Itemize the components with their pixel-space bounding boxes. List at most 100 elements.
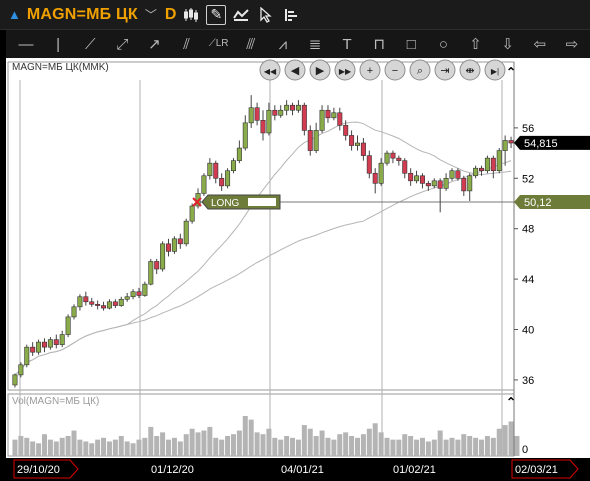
candle [254,107,260,121]
candle [313,130,319,151]
pitchfork-icon[interactable]: ⩘ [271,37,295,52]
long-label-field[interactable] [248,197,276,206]
volume-bar [112,439,118,456]
collapse-price-icon[interactable]: ⌃ [506,65,516,79]
volume-bar [366,428,372,456]
candle [83,296,89,303]
candle [148,261,154,285]
volume-bar [201,430,207,456]
collapse-volume-icon[interactable]: ⌃ [506,395,516,409]
rectangle-icon[interactable]: □ [399,37,423,52]
candle [384,152,390,164]
y-tick-label: 52 [522,173,534,185]
volume-bar [41,434,47,456]
volume-bar [207,426,213,456]
candle [142,283,148,296]
volume-bar [65,436,71,456]
trendline-icon[interactable]: ⟋ [78,37,102,52]
volume-bar [219,439,225,456]
candle [112,301,118,306]
zoom-in-icon-glyph: + [367,65,373,77]
candle [408,172,414,182]
fib-icon[interactable]: ≣ [303,37,327,52]
arrow-icon[interactable]: ↗ [142,37,166,52]
volume-zero-label: 0 [522,444,528,456]
candle [101,305,107,309]
volume-bar [254,432,260,456]
arrow-right-icon[interactable]: ⇨ [560,37,584,52]
volume-bar [272,437,278,456]
symbol-name[interactable]: MAGN=МБ ЦК [27,6,138,24]
arrow-down-icon[interactable]: ⇩ [496,37,520,52]
chevron-down-icon[interactable]: ﹀ [145,6,157,23]
draw-icon[interactable]: ✎ [206,4,227,25]
candles-icon[interactable] [181,5,201,25]
candle [89,301,95,305]
price-panel [7,61,515,391]
zoom-fit-icon-glyph: ⌕ [417,65,423,77]
volume-bar [337,434,343,456]
candle [24,346,30,366]
volume-bar [242,416,248,456]
triangle-up-icon: ▲ [8,7,21,22]
volume-bar [473,437,479,456]
volume-bar [18,436,24,456]
text-icon[interactable]: T [335,37,359,52]
candle [242,122,248,149]
candle [171,238,177,252]
vline-icon[interactable]: | [46,37,70,52]
volume-bar [95,439,101,456]
candle [425,183,431,187]
fan-icon[interactable]: ⫻ [239,37,263,52]
compress-icon-glyph: ⇥ [440,65,449,77]
candle [166,243,172,252]
candle [189,205,195,222]
parallel-icon[interactable]: ⫽ [175,37,199,52]
candle [301,104,307,131]
chart-panel[interactable]: MAGN=МБ ЦК(MMK) ◀◀ ◀ ▶ ▶▶ + − ⌕ ⇥ ⇼ ▶| ⌃ ⌃ 36 40 44 48 52… [6,58,590,481]
y-tick-label: 36 [522,375,534,387]
volume-bar [313,436,319,456]
candle [366,155,372,174]
expand-icon-glyph: ⇼ [465,65,474,77]
candle [490,157,496,172]
volume-bar [166,439,172,456]
ellipse-icon[interactable]: ○ [431,37,455,52]
linreg-icon[interactable]: ⟋LR [207,39,231,49]
ray-icon[interactable]: ⤢ [110,37,134,52]
indicators-icon[interactable] [231,5,251,25]
ruler-icon[interactable]: ⊓ [367,37,391,52]
candle [266,109,272,134]
volume-bar [12,439,18,456]
volume-bar [148,426,154,456]
arrow-up-icon[interactable]: ⇧ [464,37,488,52]
candle [437,180,443,189]
volume-bar [414,439,420,456]
volume-bar [59,437,65,456]
volume-bar [443,439,449,456]
candle [295,104,301,111]
volume-bar [118,436,124,456]
candle [360,142,366,156]
candle [390,152,396,159]
interval-selector[interactable]: D [165,6,177,24]
volume-bar [284,436,290,456]
candle [77,296,83,308]
hline-icon[interactable]: — [14,37,38,52]
candle [467,175,473,192]
volume-bar [266,428,272,456]
volume-bar [467,436,473,456]
volume-bar [171,437,177,456]
to-end-icon-glyph: ▶| [491,67,499,76]
cursor-icon[interactable] [256,5,276,25]
volume-bar [278,439,284,456]
candle [479,167,485,172]
price-chart[interactable]: MAGN=МБ ЦК(MMK) ◀◀ ◀ ▶ ▶▶ + − ⌕ ⇥ ⇼ ▶| ⌃⌃3640444852… [6,58,590,481]
layout-icon[interactable] [281,5,301,25]
volume-bar [508,421,514,456]
candle [248,107,254,124]
arrow-left-icon[interactable]: ⇦ [528,37,552,52]
long-price-label: 50,12 [524,197,552,209]
candle [455,170,461,179]
volume-bar [130,443,136,456]
